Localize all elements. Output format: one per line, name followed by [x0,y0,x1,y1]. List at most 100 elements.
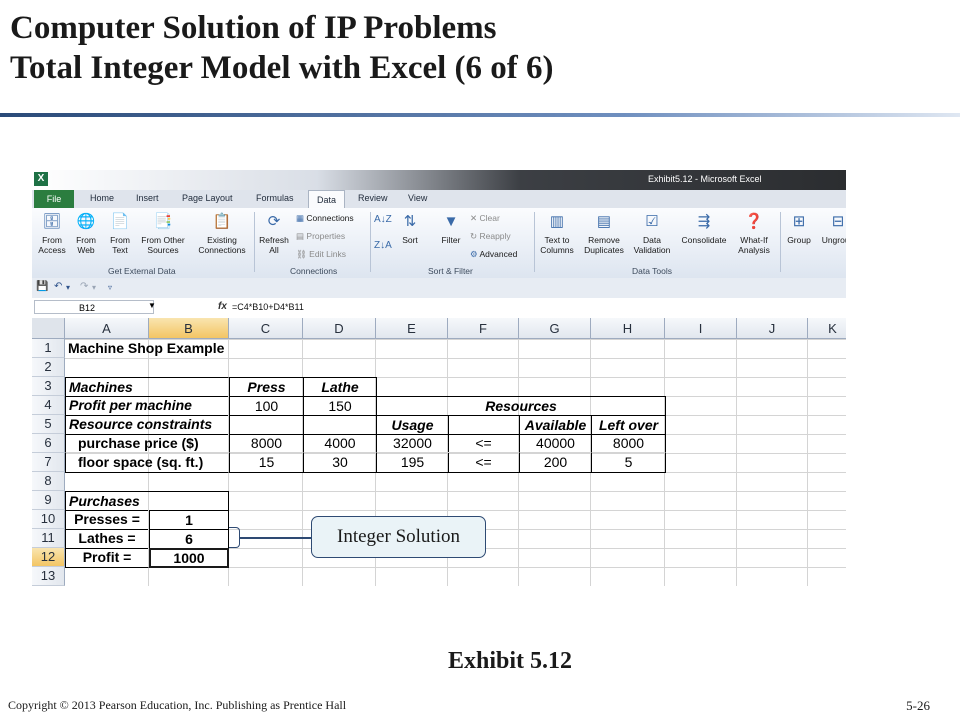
cell-d6[interactable]: 4000 [303,434,377,453]
from-web-button[interactable]: 🌐 From Web [70,211,102,255]
cell-e6[interactable]: 32000 [376,434,449,453]
row-header[interactable]: 7 [32,453,65,472]
sort-a-to-z-icon[interactable]: A↓Z [374,214,392,225]
column-header[interactable]: D [303,318,376,339]
row-header[interactable]: 10 [32,510,65,529]
cell-e7[interactable]: 195 [376,453,449,473]
row-header[interactable]: 5 [32,415,65,434]
save-icon[interactable]: 💾 [36,281,48,292]
cell-g6[interactable]: 40000 [519,434,592,453]
cell-a5[interactable]: Resource constraints [65,415,229,435]
cell-d7[interactable]: 30 [303,453,377,473]
cell-b11[interactable]: 6 [149,529,229,549]
cell-e4[interactable]: Resources [376,396,666,416]
chevron-down-icon[interactable]: ▾ [92,283,96,292]
what-if-analysis-button[interactable]: ❓ What-If Analysis [734,211,774,255]
cell-f5[interactable] [448,415,520,435]
row-header[interactable]: 8 [32,472,65,491]
tab-review[interactable]: Review [358,193,388,203]
cell-a11[interactable]: Lathes = [65,529,149,549]
row-header[interactable]: 4 [32,396,65,415]
tab-file[interactable]: File [34,190,74,208]
remove-duplicates-button[interactable]: ▤ Remove Duplicates [580,211,628,255]
tab-data[interactable]: Data [308,190,346,210]
consolidate-button[interactable]: ⇶ Consolidate [676,211,732,245]
cell-a1[interactable]: Machine Shop Example [65,339,305,358]
select-all-corner[interactable] [32,318,65,339]
undo-icon[interactable]: ↶ [54,281,62,292]
row-header[interactable]: 3 [32,377,65,396]
cell-f7[interactable]: <= [448,453,520,473]
sort-button[interactable]: ⇅ Sort [396,211,424,245]
column-header[interactable]: F [448,318,519,339]
cell-b12-selected[interactable]: 1000 [149,548,229,568]
row-header[interactable]: 11 [32,529,65,548]
cell-g7[interactable]: 200 [519,453,592,473]
connections-button[interactable]: ▦ Connections [296,213,354,224]
cell-g5[interactable]: Available [519,415,592,435]
column-header[interactable]: J [737,318,808,339]
row-header[interactable]: 13 [32,567,65,586]
from-other-sources-button[interactable]: 📑 From Other Sources [136,211,190,255]
existing-connections-button[interactable]: 📋 Existing Connections [194,211,250,255]
from-text-button[interactable]: 📄 From Text [104,211,136,255]
cell-c5[interactable] [229,415,304,435]
insert-function-icon[interactable]: fx [218,301,227,312]
column-header[interactable]: A [65,318,149,339]
row-header[interactable]: 1 [32,339,65,358]
redo-icon[interactable]: ↷ [80,281,88,292]
row-header[interactable]: 6 [32,434,65,453]
tab-home[interactable]: Home [90,193,114,203]
column-header[interactable]: H [591,318,665,339]
tab-insert[interactable]: Insert [136,193,159,203]
excel-app-icon[interactable]: X [34,172,48,186]
tab-formulas[interactable]: Formulas [256,193,294,203]
cell-a6[interactable]: purchase price ($) [65,434,229,453]
chevron-down-icon[interactable]: ▼ [148,301,156,310]
text-to-columns-button[interactable]: ▥ Text to Columns [537,211,577,255]
cell-a10[interactable]: Presses = [65,510,149,530]
cell-h7[interactable]: 5 [591,453,666,473]
row-header[interactable]: 2 [32,358,65,377]
cell-b10[interactable]: 1 [149,510,229,530]
cell-e5[interactable]: Usage [376,415,449,435]
cell-a7[interactable]: floor space (sq. ft.) [65,453,229,473]
ungroup-button[interactable]: ⊟ Ungroup [818,211,846,245]
cell-h6[interactable]: 8000 [591,434,666,453]
group-button[interactable]: ⊞ Group [782,211,816,245]
column-header[interactable]: K [808,318,846,339]
advanced-button[interactable]: ⚙ Advanced [470,249,517,260]
properties-button[interactable]: ▤ Properties [296,231,345,242]
name-box[interactable]: B12 [34,300,154,314]
cell-c3[interactable]: Press [229,377,304,397]
cell-c6[interactable]: 8000 [229,434,304,453]
row-header[interactable]: 9 [32,491,65,510]
cell-a4[interactable]: Profit per machine [65,396,229,416]
formula-input[interactable]: =C4*B10+D4*B11 [232,302,304,312]
cell-d3[interactable]: Lathe [303,377,377,397]
cell-a3[interactable]: Machines [65,377,229,397]
clear-button[interactable]: ✕ Clear [470,213,500,224]
chevron-down-icon[interactable]: ▾ [66,283,70,292]
tab-page-layout[interactable]: Page Layout [182,193,233,203]
column-header[interactable]: B [149,318,229,339]
cell-a12[interactable]: Profit = [65,548,149,568]
column-header[interactable]: I [665,318,737,339]
cell-f6[interactable]: <= [448,434,520,453]
cell-c4[interactable]: 100 [229,396,304,416]
from-access-button[interactable]: 🗄 From Access [34,211,70,255]
customize-toolbar-icon[interactable]: ▿ [108,283,112,292]
cell-d4[interactable]: 150 [303,396,377,416]
tab-view[interactable]: View [408,193,427,203]
cell-h5[interactable]: Left over [591,415,666,435]
sort-z-to-a-icon[interactable]: Z↓A [374,240,392,251]
refresh-all-button[interactable]: ⟳ Refresh All [258,211,290,255]
cell-d5[interactable] [303,415,377,435]
reapply-button[interactable]: ↻ Reapply [470,231,511,242]
edit-links-button[interactable]: ⛓ Edit Links [296,249,346,260]
cell-c7[interactable]: 15 [229,453,304,473]
data-validation-button[interactable]: ☑ Data Validation [630,211,674,255]
cell-a9[interactable]: Purchases [65,491,229,511]
filter-button[interactable]: ▼ Filter [436,211,466,245]
column-header[interactable]: G [519,318,591,339]
